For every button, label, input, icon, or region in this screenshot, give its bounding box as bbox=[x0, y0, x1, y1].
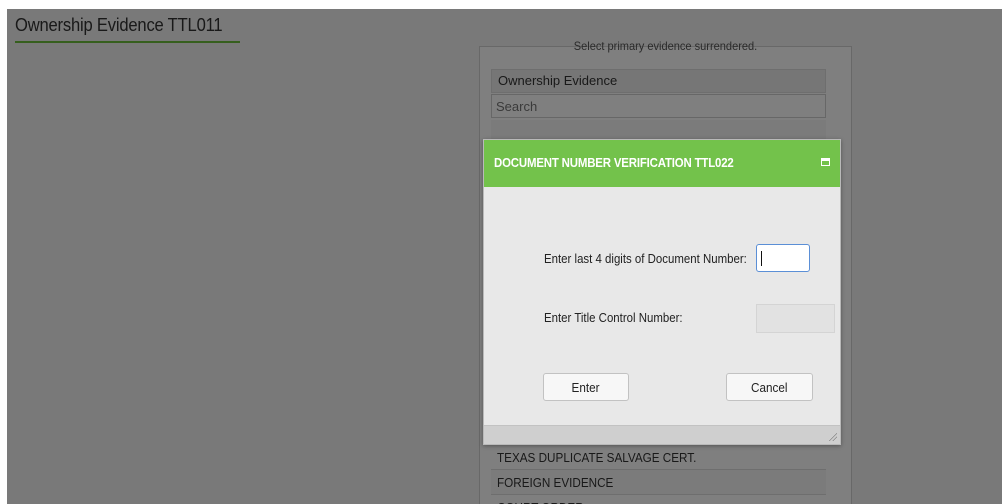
app-window: Ownership Evidence TTL011 Select primary… bbox=[7, 9, 1002, 504]
cancel-button[interactable]: Cancel bbox=[726, 373, 813, 401]
dialog-title: DOCUMENT NUMBER VERIFICATION TTL022 bbox=[494, 155, 734, 170]
enter-button[interactable]: Enter bbox=[543, 373, 629, 401]
cancel-button-label: Cancel bbox=[751, 379, 788, 395]
dialog-titlebar[interactable]: DOCUMENT NUMBER VERIFICATION TTL022 bbox=[484, 140, 840, 187]
doc-number-label: Enter last 4 digits of Document Number: bbox=[544, 251, 747, 266]
document-verification-dialog: DOCUMENT NUMBER VERIFICATION TTL022 Ente… bbox=[483, 139, 841, 445]
text-caret bbox=[761, 251, 762, 266]
title-control-input[interactable] bbox=[756, 304, 835, 333]
dialog-footer bbox=[484, 425, 840, 444]
resize-grip-icon[interactable] bbox=[829, 433, 837, 441]
enter-button-label: Enter bbox=[572, 379, 600, 395]
title-control-label: Enter Title Control Number: bbox=[544, 310, 683, 325]
maximize-icon[interactable] bbox=[821, 158, 830, 166]
doc-number-input[interactable] bbox=[756, 244, 810, 272]
